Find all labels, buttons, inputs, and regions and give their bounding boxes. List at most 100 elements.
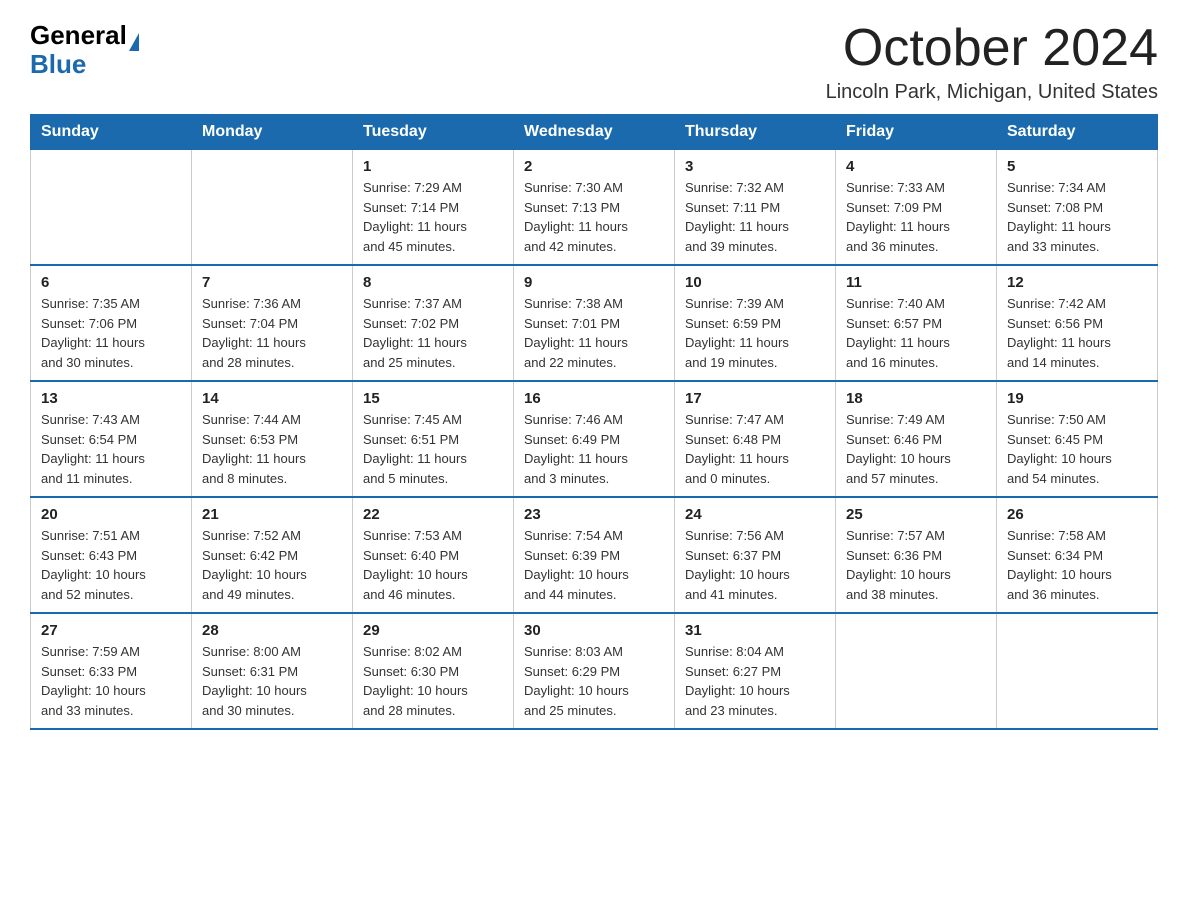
calendar-cell: 23Sunrise: 7:54 AMSunset: 6:39 PMDayligh…	[514, 497, 675, 613]
day-number: 16	[524, 390, 664, 407]
calendar-cell: 9 Sunrise: 7:38 AMSunset: 7:01 PMDaylight…	[514, 265, 675, 381]
weekday-header-row: SundayMondayTuesdayWednesdayThursdayFrid…	[31, 115, 1158, 150]
calendar-cell: 3 Sunrise: 7:32 AMSunset: 7:11 PMDaylight…	[675, 150, 836, 266]
calendar-cell: 11Sunrise: 7:40 AMSunset: 6:57 PMDayligh…	[836, 265, 997, 381]
day-info: Sunrise: 7:39 AMSunset: 6:59 PMDaylight:…	[685, 294, 825, 372]
calendar-cell: 17 Sunrise: 7:47 AMSunset: 6:48 PMDayligh…	[675, 381, 836, 497]
weekday-header-friday: Friday	[836, 115, 997, 150]
calendar-cell: 16 Sunrise: 7:46 AMSunset: 6:49 PMDayligh…	[514, 381, 675, 497]
day-number: 13	[41, 390, 181, 407]
logo-blue-text: Blue	[30, 49, 86, 80]
day-number: 7	[202, 274, 342, 291]
calendar-cell: 20 Sunrise: 7:51 AMSunset: 6:43 PMDayligh…	[31, 497, 192, 613]
day-number: 27	[41, 622, 181, 639]
day-info: Sunrise: 7:51 AMSunset: 6:43 PMDaylight:…	[41, 526, 181, 604]
day-number: 14	[202, 390, 342, 407]
day-info: Sunrise: 8:02 AMSunset: 6:30 PMDaylight:…	[363, 642, 503, 720]
day-number: 9	[524, 274, 664, 291]
day-number: 21	[202, 506, 342, 523]
day-info: Sunrise: 7:34 AMSunset: 7:08 PMDaylight:…	[1007, 178, 1147, 256]
calendar-cell: 30Sunrise: 8:03 AMSunset: 6:29 PMDayligh…	[514, 613, 675, 729]
calendar-cell: 25 Sunrise: 7:57 AMSunset: 6:36 PMDayligh…	[836, 497, 997, 613]
title-section: October 2024 Lincoln Park, Michigan, Uni…	[826, 20, 1158, 104]
calendar-cell	[836, 613, 997, 729]
day-info: Sunrise: 7:42 AMSunset: 6:56 PMDaylight:…	[1007, 294, 1147, 372]
calendar-cell: 27 Sunrise: 7:59 AMSunset: 6:33 PMDayligh…	[31, 613, 192, 729]
weekday-header-wednesday: Wednesday	[514, 115, 675, 150]
day-number: 8	[363, 274, 503, 291]
day-info: Sunrise: 7:32 AMSunset: 7:11 PMDaylight:…	[685, 178, 825, 256]
calendar: SundayMondayTuesdayWednesdayThursdayFrid…	[30, 114, 1158, 730]
calendar-cell: 2 Sunrise: 7:30 AMSunset: 7:13 PMDaylight…	[514, 150, 675, 266]
day-number: 2	[524, 158, 664, 175]
day-number: 28	[202, 622, 342, 639]
day-number: 11	[846, 274, 986, 291]
calendar-cell: 8 Sunrise: 7:37 AMSunset: 7:02 PMDaylight…	[353, 265, 514, 381]
day-number: 20	[41, 506, 181, 523]
calendar-cell: 6Sunrise: 7:35 AMSunset: 7:06 PMDaylight…	[31, 265, 192, 381]
day-info: Sunrise: 7:59 AMSunset: 6:33 PMDaylight:…	[41, 642, 181, 720]
calendar-cell: 13 Sunrise: 7:43 AMSunset: 6:54 PMDayligh…	[31, 381, 192, 497]
day-info: Sunrise: 7:38 AMSunset: 7:01 PMDaylight:…	[524, 294, 664, 372]
day-number: 17	[685, 390, 825, 407]
calendar-cell: 1 Sunrise: 7:29 AMSunset: 7:14 PMDaylight…	[353, 150, 514, 266]
week-row-2: 6Sunrise: 7:35 AMSunset: 7:06 PMDaylight…	[31, 265, 1158, 381]
day-number: 1	[363, 158, 503, 175]
day-info: Sunrise: 7:44 AMSunset: 6:53 PMDaylight:…	[202, 410, 342, 488]
calendar-cell: 14 Sunrise: 7:44 AMSunset: 6:53 PMDayligh…	[192, 381, 353, 497]
week-row-4: 20 Sunrise: 7:51 AMSunset: 6:43 PMDayligh…	[31, 497, 1158, 613]
day-info: Sunrise: 7:57 AMSunset: 6:36 PMDaylight:…	[846, 526, 986, 604]
calendar-cell: 19 Sunrise: 7:50 AMSunset: 6:45 PMDayligh…	[997, 381, 1158, 497]
day-info: Sunrise: 8:03 AMSunset: 6:29 PMDaylight:…	[524, 642, 664, 720]
day-number: 22	[363, 506, 503, 523]
location-text: Lincoln Park, Michigan, United States	[826, 81, 1158, 104]
day-number: 10	[685, 274, 825, 291]
month-title: October 2024	[826, 20, 1158, 77]
weekday-header-thursday: Thursday	[675, 115, 836, 150]
day-info: Sunrise: 7:45 AMSunset: 6:51 PMDaylight:…	[363, 410, 503, 488]
calendar-cell: 24Sunrise: 7:56 AMSunset: 6:37 PMDayligh…	[675, 497, 836, 613]
day-number: 24	[685, 506, 825, 523]
calendar-cell: 18 Sunrise: 7:49 AMSunset: 6:46 PMDayligh…	[836, 381, 997, 497]
week-row-5: 27 Sunrise: 7:59 AMSunset: 6:33 PMDayligh…	[31, 613, 1158, 729]
day-info: Sunrise: 7:37 AMSunset: 7:02 PMDaylight:…	[363, 294, 503, 372]
day-number: 5	[1007, 158, 1147, 175]
week-row-3: 13 Sunrise: 7:43 AMSunset: 6:54 PMDayligh…	[31, 381, 1158, 497]
day-info: Sunrise: 8:04 AMSunset: 6:27 PMDaylight:…	[685, 642, 825, 720]
calendar-cell	[31, 150, 192, 266]
day-info: Sunrise: 7:29 AMSunset: 7:14 PMDaylight:…	[363, 178, 503, 256]
day-number: 4	[846, 158, 986, 175]
calendar-cell: 31Sunrise: 8:04 AMSunset: 6:27 PMDayligh…	[675, 613, 836, 729]
day-info: Sunrise: 7:30 AMSunset: 7:13 PMDaylight:…	[524, 178, 664, 256]
day-info: Sunrise: 7:49 AMSunset: 6:46 PMDaylight:…	[846, 410, 986, 488]
weekday-header-saturday: Saturday	[997, 115, 1158, 150]
calendar-cell: 10 Sunrise: 7:39 AMSunset: 6:59 PMDayligh…	[675, 265, 836, 381]
calendar-cell	[192, 150, 353, 266]
calendar-cell: 12 Sunrise: 7:42 AMSunset: 6:56 PMDayligh…	[997, 265, 1158, 381]
weekday-header-tuesday: Tuesday	[353, 115, 514, 150]
day-number: 3	[685, 158, 825, 175]
day-number: 18	[846, 390, 986, 407]
calendar-cell: 15 Sunrise: 7:45 AMSunset: 6:51 PMDayligh…	[353, 381, 514, 497]
calendar-cell: 29 Sunrise: 8:02 AMSunset: 6:30 PMDayligh…	[353, 613, 514, 729]
calendar-cell	[997, 613, 1158, 729]
day-number: 25	[846, 506, 986, 523]
day-number: 15	[363, 390, 503, 407]
day-info: Sunrise: 7:53 AMSunset: 6:40 PMDaylight:…	[363, 526, 503, 604]
day-number: 6	[41, 274, 181, 291]
calendar-cell: 4 Sunrise: 7:33 AMSunset: 7:09 PMDaylight…	[836, 150, 997, 266]
day-info: Sunrise: 7:43 AMSunset: 6:54 PMDaylight:…	[41, 410, 181, 488]
day-number: 19	[1007, 390, 1147, 407]
header: General Blue October 2024 Lincoln Park, …	[30, 20, 1158, 104]
day-info: Sunrise: 7:50 AMSunset: 6:45 PMDaylight:…	[1007, 410, 1147, 488]
logo-triangle-icon	[129, 33, 139, 51]
day-info: Sunrise: 8:00 AMSunset: 6:31 PMDaylight:…	[202, 642, 342, 720]
day-info: Sunrise: 7:47 AMSunset: 6:48 PMDaylight:…	[685, 410, 825, 488]
day-info: Sunrise: 7:46 AMSunset: 6:49 PMDaylight:…	[524, 410, 664, 488]
day-number: 12	[1007, 274, 1147, 291]
calendar-cell: 26Sunrise: 7:58 AMSunset: 6:34 PMDayligh…	[997, 497, 1158, 613]
weekday-header-sunday: Sunday	[31, 115, 192, 150]
day-info: Sunrise: 7:54 AMSunset: 6:39 PMDaylight:…	[524, 526, 664, 604]
day-number: 29	[363, 622, 503, 639]
day-info: Sunrise: 7:33 AMSunset: 7:09 PMDaylight:…	[846, 178, 986, 256]
